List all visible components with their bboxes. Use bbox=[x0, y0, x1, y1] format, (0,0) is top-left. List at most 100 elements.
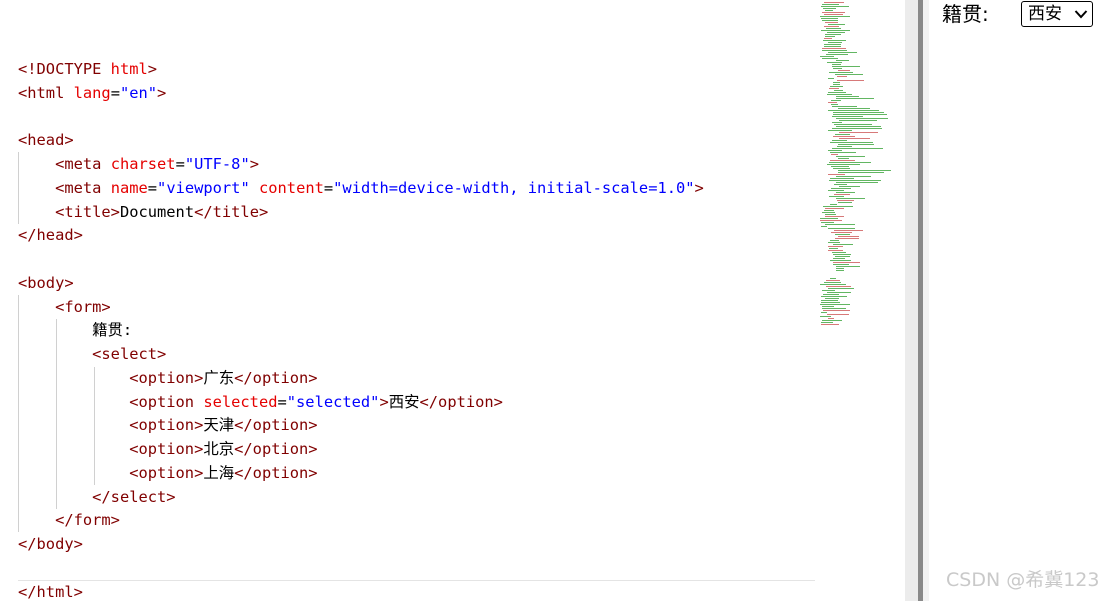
code-token: html bbox=[110, 60, 148, 78]
minimap-line bbox=[827, 228, 856, 229]
minimap-line bbox=[825, 36, 835, 37]
minimap-line bbox=[827, 52, 857, 53]
code-token: "selected" bbox=[286, 392, 380, 411]
code-line[interactable]: <select> bbox=[18, 342, 166, 366]
minimap-line bbox=[831, 166, 849, 167]
minimap-line bbox=[836, 198, 866, 199]
minimap-line bbox=[823, 2, 844, 3]
code-line[interactable]: </head> bbox=[18, 223, 83, 247]
minimap-line bbox=[822, 212, 835, 213]
city-select-value: 西安 bbox=[1028, 4, 1062, 24]
code-line[interactable]: <head> bbox=[18, 128, 74, 152]
code-token: </form> bbox=[55, 511, 120, 530]
minimap-line bbox=[823, 44, 841, 45]
minimap-line bbox=[837, 202, 853, 203]
code-line[interactable]: <form> bbox=[18, 295, 111, 319]
minimap-line bbox=[827, 78, 835, 79]
code-line[interactable]: <option>天津</option> bbox=[18, 413, 317, 437]
minimap-line bbox=[833, 136, 856, 137]
code-line[interactable]: <meta name="viewport" content="width=dev… bbox=[18, 176, 704, 200]
code-line[interactable]: </form> bbox=[18, 508, 120, 532]
city-select[interactable]: 西安 bbox=[1021, 1, 1093, 27]
minimap-line bbox=[823, 46, 841, 47]
minimap-line bbox=[828, 174, 845, 175]
minimap-line bbox=[836, 126, 882, 127]
code-line[interactable]: <option>上海</option> bbox=[18, 461, 318, 485]
minimap-line bbox=[832, 168, 851, 169]
minimap-line bbox=[823, 310, 851, 311]
code-token: content bbox=[259, 178, 324, 197]
code-token: </head> bbox=[18, 226, 83, 245]
minimap-line bbox=[822, 206, 854, 207]
code-line[interactable]: 籍贯: bbox=[18, 318, 132, 342]
minimap-line bbox=[832, 64, 841, 65]
minimap-line bbox=[827, 288, 854, 289]
minimap-line bbox=[836, 80, 865, 81]
code-token: <option bbox=[129, 392, 204, 411]
minimap-line bbox=[836, 270, 844, 271]
minimap-line bbox=[829, 142, 873, 143]
code-line[interactable]: </html> bbox=[18, 580, 83, 604]
code-line[interactable]: <title>Document</title> bbox=[18, 200, 268, 224]
minimap-line bbox=[833, 124, 873, 125]
minimap-line bbox=[822, 50, 848, 51]
code-token: = bbox=[147, 178, 158, 197]
minimap-line bbox=[831, 188, 851, 189]
code-token: </option> bbox=[419, 392, 503, 411]
code-editor[interactable]: <!DOCTYPE html> <html lang="en"> <head> <m… bbox=[0, 0, 815, 601]
minimap-line bbox=[823, 8, 837, 9]
minimap-line bbox=[825, 54, 848, 55]
minimap-line bbox=[832, 258, 845, 259]
minimap-line bbox=[832, 66, 861, 67]
minimap-line bbox=[824, 14, 843, 15]
code-token: "viewport" bbox=[157, 178, 250, 197]
indent-guide bbox=[18, 295, 19, 532]
code-token: </title> bbox=[194, 202, 269, 221]
code-token: = bbox=[277, 392, 287, 411]
code-line[interactable]: <option selected="selected">西安</option> bbox=[18, 390, 503, 414]
minimap-line bbox=[837, 170, 892, 171]
minimap[interactable] bbox=[815, 0, 905, 601]
minimap-line bbox=[831, 140, 847, 141]
code-line[interactable]: <meta charset="UTF-8"> bbox=[18, 152, 259, 176]
minimap-line bbox=[832, 122, 843, 123]
minimap-line bbox=[831, 100, 842, 101]
code-line[interactable]: </body> bbox=[18, 532, 83, 556]
chevron-down-icon bbox=[1074, 10, 1088, 19]
pane-splitter[interactable] bbox=[905, 0, 918, 601]
minimap-line bbox=[820, 218, 839, 219]
code-token: <!DOCTYPE bbox=[18, 60, 111, 78]
indent-guide bbox=[94, 367, 95, 485]
minimap-line bbox=[821, 12, 845, 13]
minimap-line bbox=[824, 34, 841, 35]
minimap-line bbox=[825, 224, 856, 225]
code-line[interactable]: <option>北京</option> bbox=[18, 437, 317, 461]
minimap-line bbox=[832, 264, 850, 265]
minimap-line bbox=[821, 320, 842, 321]
minimap-line bbox=[835, 192, 856, 193]
minimap-line bbox=[829, 240, 839, 241]
minimap-line bbox=[821, 296, 848, 297]
code-token: = bbox=[175, 155, 185, 173]
code-token: </option> bbox=[234, 463, 318, 482]
minimap-line bbox=[829, 160, 856, 161]
code-line[interactable]: </select> bbox=[18, 485, 175, 509]
minimap-line bbox=[835, 96, 859, 97]
code-line[interactable]: <option>广东</option> bbox=[18, 366, 317, 390]
minimap-line bbox=[821, 4, 840, 5]
minimap-line bbox=[827, 32, 845, 33]
minimap-line bbox=[820, 222, 835, 223]
code-token: </html> bbox=[18, 582, 83, 601]
minimap-line bbox=[835, 60, 849, 61]
minimap-line bbox=[835, 98, 874, 99]
minimap-line bbox=[827, 164, 861, 165]
code-line[interactable]: <!DOCTYPE html> bbox=[18, 57, 157, 81]
minimap-line bbox=[820, 302, 840, 303]
code-line[interactable]: <body> bbox=[18, 271, 74, 295]
minimap-line bbox=[836, 266, 860, 267]
code-line[interactable]: <html lang="en"> bbox=[18, 81, 166, 105]
